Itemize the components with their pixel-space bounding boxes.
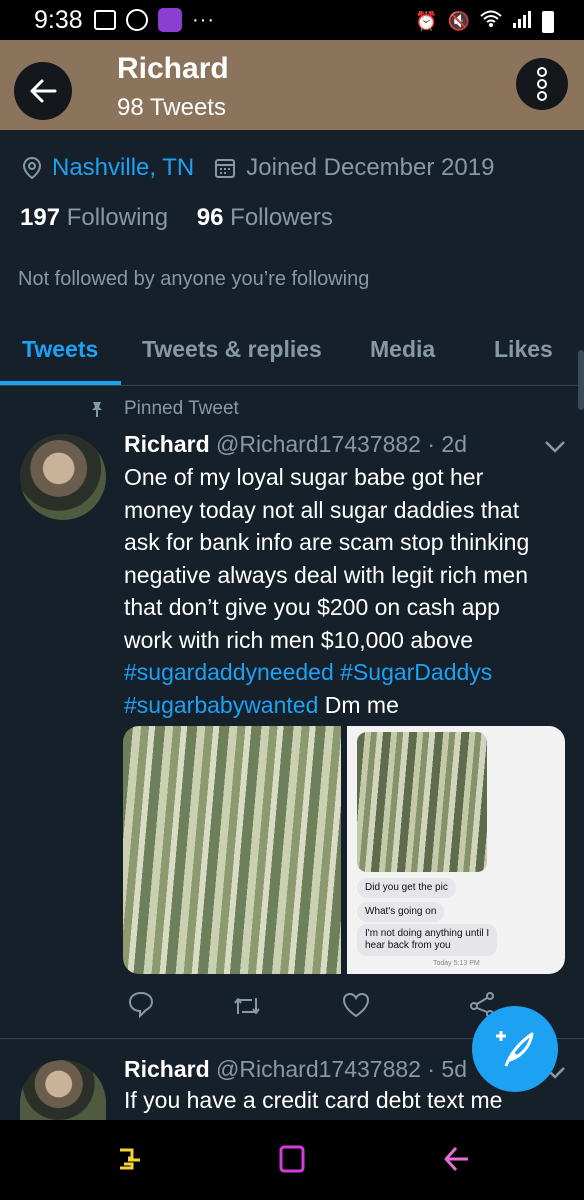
compose-tweet-button[interactable] xyxy=(472,1006,558,1092)
tweet-line: that don’t give you $200 on cash app xyxy=(124,594,500,620)
money-photo-thumbnail xyxy=(357,732,487,872)
instagram-icon xyxy=(126,9,148,31)
chat-screenshot[interactable]: Did you get the pic What's going on I'm … xyxy=(347,726,565,974)
tweet-line: money today not all sugar daddies that xyxy=(124,496,520,523)
wifi-icon xyxy=(480,10,502,33)
chevron-down-icon[interactable] xyxy=(544,440,566,454)
followers-label: Followers xyxy=(230,204,333,231)
tweet-line: One of my loyal sugar babe got her xyxy=(124,464,484,490)
tab-media[interactable]: Media xyxy=(370,336,435,363)
reply-icon[interactable] xyxy=(128,990,154,1018)
hashtag-link[interactable]: #sugarbabywanted xyxy=(124,692,318,718)
following-link[interactable]: 197 Following xyxy=(20,204,168,231)
follow-counts: 197 Following 96 Followers xyxy=(20,204,333,232)
active-tab-indicator xyxy=(0,381,121,385)
dot-icon xyxy=(537,91,547,101)
battery-icon xyxy=(542,10,554,33)
avatar[interactable] xyxy=(20,1060,106,1120)
chat-bubble-line: I'm not doing anything until I xyxy=(365,928,490,939)
dot-icon xyxy=(537,79,547,89)
like-icon[interactable] xyxy=(342,992,370,1018)
following-label: Following xyxy=(66,204,169,231)
recent-apps-icon[interactable] xyxy=(116,1144,144,1174)
status-time: 9:38 xyxy=(34,6,83,34)
status-bar: 9:38 ··· ⏰ 🔇 xyxy=(0,0,584,40)
not-followed-note: Not followed by anyone you’re following xyxy=(18,268,370,290)
system-nav-bar xyxy=(0,1120,584,1200)
tab-tweets[interactable]: Tweets xyxy=(22,336,98,363)
followers-count: 96 xyxy=(196,204,224,231)
app-icon xyxy=(158,8,182,32)
compose-feather-icon xyxy=(496,1031,534,1067)
tweet-body: If you have a credit card debt text me xyxy=(124,1087,503,1113)
tweet-media: Did you get the pic What's going on I'm … xyxy=(123,726,565,974)
home-icon[interactable] xyxy=(278,1144,306,1174)
following-count: 197 xyxy=(20,204,61,231)
chat-bubble-line: hear back from you xyxy=(365,940,451,951)
tweet-tail: Dm me xyxy=(318,691,399,718)
tweet-author-name[interactable]: Richard xyxy=(124,431,210,457)
arrow-left-icon xyxy=(30,79,57,103)
tab-likes[interactable]: Likes xyxy=(494,336,553,363)
location-icon xyxy=(22,156,42,180)
avatar[interactable] xyxy=(20,434,106,520)
tweet-count: 98 Tweets xyxy=(117,94,226,121)
joined-date: Joined December 2019 xyxy=(246,154,495,181)
more-options-button[interactable] xyxy=(516,58,568,110)
profile-tabs: Tweets Tweets & replies Media Likes xyxy=(0,322,584,410)
money-photo[interactable] xyxy=(123,726,341,974)
pinned-tweet-label: Pinned Tweet xyxy=(124,398,239,419)
profile-header: Richard 98 Tweets xyxy=(0,40,584,130)
location-link[interactable]: Nashville, TN xyxy=(52,154,194,182)
tweet-time: · 2d xyxy=(427,431,467,457)
hashtag-link[interactable]: #SugarDaddys xyxy=(340,659,492,685)
chat-bubble: I'm not doing anything until I hear back… xyxy=(357,924,498,956)
profile-name: Richard xyxy=(117,52,229,85)
mute-icon: 🔇 xyxy=(447,11,470,31)
tweet-header: Richard @Richard17437882 · 2d xyxy=(124,431,467,458)
tweet-author-handle: @Richard17437882 xyxy=(216,431,421,457)
alarm-icon: ⏰ xyxy=(415,11,438,31)
tweet-header: Richard @Richard17437882 · 5d xyxy=(124,1056,467,1083)
tab-tweets-replies[interactable]: Tweets & replies xyxy=(142,336,322,363)
pinned-label: Pinned Tweet xyxy=(90,398,239,420)
tweet-author-name[interactable]: Richard xyxy=(124,1056,210,1082)
back-button[interactable] xyxy=(14,62,72,120)
image-icon xyxy=(94,10,116,30)
chat-bubble: What's going on xyxy=(357,902,445,922)
chat-bubble: Did you get the pic xyxy=(357,878,456,898)
calendar-icon xyxy=(215,159,236,178)
followers-link[interactable]: 96 Followers xyxy=(197,204,333,231)
tweet-line: ask for bank info are scam stop thinking xyxy=(124,529,530,555)
tweet-line: work with rich men $10,000 above xyxy=(124,626,474,653)
back-nav-icon[interactable] xyxy=(442,1144,470,1174)
profile-meta: Nashville, TN Joined December 2019 xyxy=(22,154,494,182)
tweet-line: negative always deal with legit rich men xyxy=(124,561,528,588)
pin-icon xyxy=(92,402,102,417)
chat-timestamp: Today 5:13 PM xyxy=(433,960,480,967)
retweet-icon[interactable] xyxy=(232,994,262,1018)
tweet-time: · 5d xyxy=(427,1056,467,1082)
tweet-author-handle: @Richard17437882 xyxy=(216,1056,421,1082)
hashtag-link[interactable]: #sugardaddyneeded xyxy=(124,659,334,685)
tweet-body: One of my loyal sugar babe got her money… xyxy=(124,461,569,721)
signal-icon xyxy=(512,9,532,34)
more-notifications-icon: ··· xyxy=(192,8,215,31)
scrollbar[interactable] xyxy=(578,350,584,410)
dot-icon xyxy=(537,67,547,77)
